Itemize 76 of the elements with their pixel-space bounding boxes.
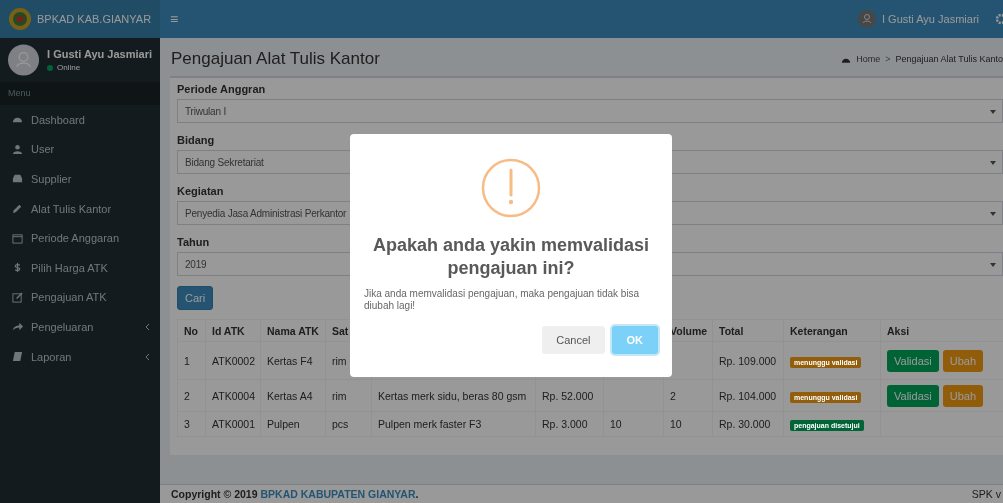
table-cell: 10	[670, 418, 682, 430]
table-cell: ATK0002	[212, 354, 255, 367]
column-header: Total	[719, 324, 744, 337]
sidebar-item[interactable]: Alat Tulis Kantor	[0, 193, 160, 224]
breadcrumb-item[interactable]: Home	[856, 54, 881, 64]
sidebar-item[interactable]: Supplier	[0, 164, 160, 194]
menu-header: Menu	[0, 82, 160, 105]
calendar-icon	[12, 232, 23, 244]
pencil-icon	[12, 203, 23, 215]
sidebar-item[interactable]: Pengeluaran	[0, 312, 160, 342]
table-cell: 2	[184, 389, 190, 402]
edit-button[interactable]: Ubah	[942, 349, 983, 372]
table-cell: ATK0001	[212, 418, 255, 430]
user-icon	[12, 143, 23, 155]
search-button[interactable]: Cari	[177, 286, 214, 310]
column-header: Keterangan	[790, 324, 848, 337]
page-title: Pengajuan Alat Tulis Kantor	[171, 49, 381, 69]
version-text: SPK v	[971, 488, 1001, 500]
menu-toggle[interactable]: ≡	[170, 11, 179, 27]
emblem-logo	[8, 7, 32, 31]
field-label: Bidang	[177, 133, 215, 148]
cancel-button[interactable]: Cancel	[542, 326, 605, 354]
table-cell: Rp. 104.000	[719, 389, 777, 402]
column-header: Id ATK	[212, 324, 245, 337]
user-avatar-icon[interactable]	[858, 10, 876, 28]
breadcrumb-separator: >	[885, 54, 891, 64]
copyright-text: Copyright © 2019 BPKAD KABUPATEN GIANYAR.	[171, 488, 419, 500]
validate-button[interactable]: Validasi	[887, 349, 939, 372]
field-label: Periode Anggran	[177, 82, 266, 97]
column-header: Nama ATK	[267, 324, 319, 337]
dialog-message: Jika anda memvalidasi pengajuan, maka pengajuan tidak bisa diubah lagi!	[364, 288, 641, 312]
edit-icon	[12, 291, 23, 303]
table-cell: Kertas F4	[267, 354, 313, 367]
table-cell: rim	[332, 354, 347, 367]
user-avatar-icon	[8, 44, 40, 76]
table-cell: 1	[184, 354, 190, 367]
table-cell: Rp. 3.000	[542, 418, 588, 430]
column-header: Volume	[670, 324, 708, 337]
dollar-icon	[12, 262, 23, 274]
table-cell: Pulpen merk faster F3	[378, 418, 482, 430]
share-icon	[12, 321, 23, 333]
table-cell: Pulpen	[267, 418, 300, 430]
table-cell: Rp. 30.000	[719, 418, 771, 430]
dialog-title: Apakah anda yakin memvalidasi pengajuan ini?	[371, 234, 651, 280]
user-menu[interactable]: I Gusti Ayu Jasmiari	[882, 13, 979, 25]
table-cell: 2	[670, 389, 676, 402]
field-label: Tahun	[177, 235, 210, 250]
table-cell: 10	[610, 418, 622, 430]
brand-bar[interactable]: BPKAD KAB.GIANYAR	[0, 0, 160, 38]
warning-icon	[481, 158, 541, 218]
sidebar-item[interactable]: User	[0, 134, 160, 165]
table-cell: Rp. 52.000	[542, 389, 594, 402]
column-header: No	[184, 324, 198, 337]
edit-button[interactable]: Ubah	[942, 384, 983, 407]
field-label: Kegiatan	[177, 184, 224, 199]
sidebar-item[interactable]: Periode Anggaran	[0, 223, 160, 253]
select-field[interactable]: Triwulan I	[177, 99, 1003, 123]
online-dot-icon	[47, 64, 54, 71]
table-cell: Kertas A4	[267, 389, 313, 402]
table-cell: Rp. 109.000	[719, 354, 777, 367]
online-status: Online	[57, 63, 81, 72]
sidebar-item[interactable]: Dashboard	[0, 105, 160, 135]
sidebar-item[interactable]: Pengajuan ATK	[0, 282, 160, 313]
sidebar-item[interactable]: Laporan	[0, 341, 160, 372]
column-header: Aksi	[887, 324, 910, 337]
table-cell: rim	[332, 389, 347, 402]
brand-name: BPKAD KAB.GIANYAR	[37, 13, 152, 25]
sidebar-user-name: I Gusti Ayu Jasmiari	[47, 48, 152, 60]
table-cell: 3	[184, 418, 190, 430]
column-header: Sat	[332, 324, 349, 337]
table-cell: ATK0004	[212, 389, 255, 402]
validate-button[interactable]: Validasi	[887, 384, 939, 407]
sidebar-item[interactable]: Pilih Harga ATK	[0, 252, 160, 283]
table-cell: pcs	[332, 418, 349, 430]
table-cell: Kertas merk sidu, beras 80 gsm	[378, 389, 527, 402]
breadcrumb-item: Pengajuan Alat Tulis Kanto	[895, 54, 1003, 64]
